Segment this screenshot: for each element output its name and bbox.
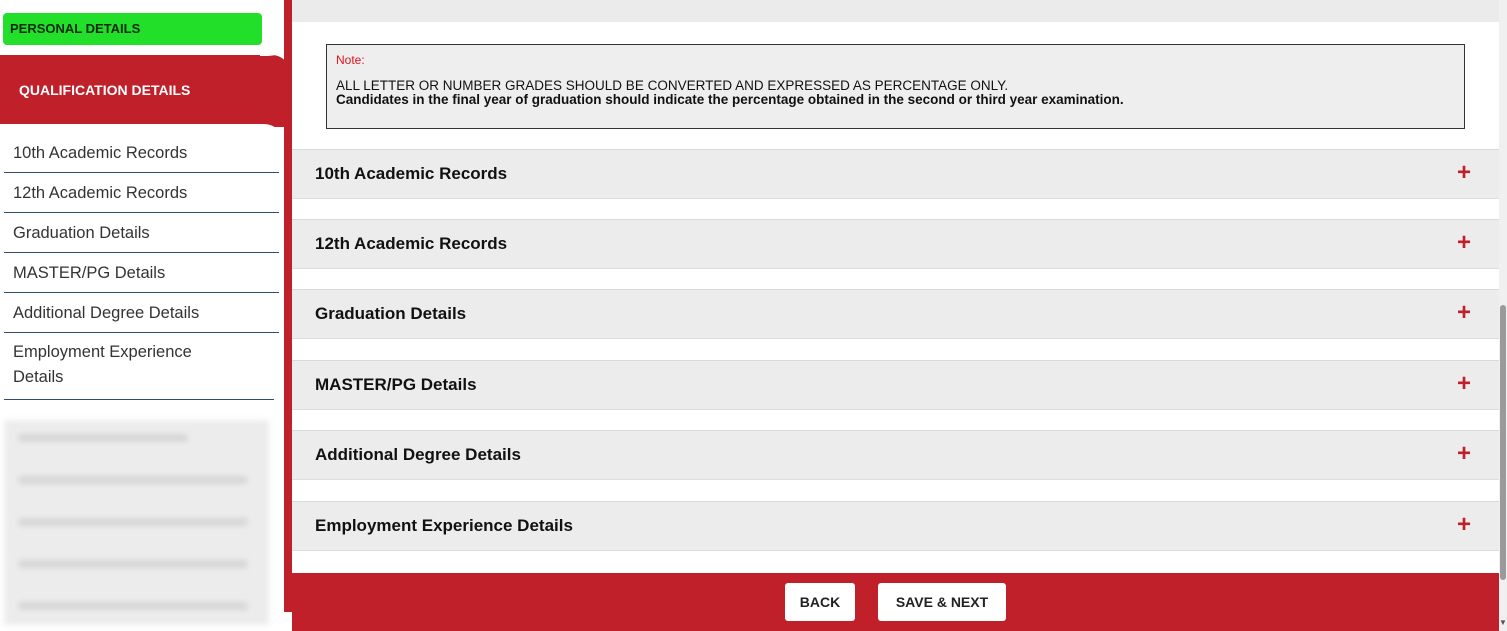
qualification-details-header[interactable]: QUALIFICATION DETAILS [0,55,290,127]
sidebar-item-employment-experience-details[interactable]: Employment Experience Details [4,333,274,400]
scrollbar-thumb[interactable] [1500,305,1506,580]
section-title: 10th Academic Records [315,164,508,183]
sidebar: QUALIFICATION DETAILS PERSONAL DETAILS 1… [0,0,290,631]
section-employment-experience-details[interactable]: Employment Experience Details + [292,501,1499,551]
footer-action-bar: BACK SAVE & NEXT [292,573,1499,631]
blurred-line [18,476,248,484]
section-title: Employment Experience Details [315,516,573,535]
qualification-submenu: 10th Academic Records 12th Academic Reco… [0,124,284,400]
sidebar-item-12th-academic-records[interactable]: 12th Academic Records [4,173,279,213]
main-content: Note: ALL LETTER OR NUMBER GRADES SHOULD… [292,0,1499,631]
note-title: Note: [336,53,365,67]
sidebar-item-10th-academic-records[interactable]: 10th Academic Records [4,133,279,173]
plus-icon[interactable]: + [1457,511,1471,539]
plus-icon[interactable]: + [1457,299,1471,327]
sidebar-divider [284,0,292,612]
blurred-line [18,518,248,526]
save-and-next-button[interactable]: SAVE & NEXT [878,583,1006,621]
back-button[interactable]: BACK [785,583,855,621]
note-line-1: ALL LETTER OR NUMBER GRADES SHOULD BE CO… [336,78,1009,93]
vertical-scrollbar[interactable]: ▼ [1499,0,1507,631]
section-10th-academic-records[interactable]: 10th Academic Records + [292,149,1499,199]
sidebar-item-label: MASTER/PG Details [13,264,166,282]
section-title: 12th Academic Records [315,234,508,253]
personal-details-label: PERSONAL DETAILS [10,21,141,36]
top-band [292,0,1499,22]
sidebar-item-additional-degree-details[interactable]: Additional Degree Details [4,293,279,333]
personal-details-button[interactable]: PERSONAL DETAILS [3,13,262,45]
qualification-details-label: QUALIFICATION DETAILS [19,82,191,98]
section-graduation-details[interactable]: Graduation Details + [292,289,1499,339]
section-title: MASTER/PG Details [315,375,477,394]
section-master-pg-details[interactable]: MASTER/PG Details + [292,360,1499,410]
plus-icon[interactable]: + [1457,370,1471,398]
section-additional-degree-details[interactable]: Additional Degree Details + [292,430,1499,480]
section-title: Additional Degree Details [315,445,521,464]
note-line-2: Candidates in the final year of graduati… [336,92,1124,107]
blurred-line [18,434,188,442]
scroll-down-arrow-icon[interactable]: ▼ [1499,618,1507,630]
blurred-line [18,560,248,568]
sidebar-item-label: 10th Academic Records [13,144,188,162]
plus-icon[interactable]: + [1457,159,1471,187]
sidebar-item-label: 12th Academic Records [13,184,188,202]
sidebar-item-master-pg-details[interactable]: MASTER/PG Details [4,253,279,293]
plus-icon[interactable]: + [1457,229,1471,257]
sidebar-item-label: Additional Degree Details [13,304,200,322]
sidebar-item-label: Employment Experience Details [13,343,192,386]
plus-icon[interactable]: + [1457,440,1471,468]
sidebar-item-label: Graduation Details [13,224,150,242]
note-box: Note: ALL LETTER OR NUMBER GRADES SHOULD… [326,44,1465,129]
sidebar-item-graduation-details[interactable]: Graduation Details [4,213,279,253]
section-title: Graduation Details [315,304,467,323]
section-12th-academic-records[interactable]: 12th Academic Records + [292,219,1499,269]
blurred-content-placeholder [4,420,269,625]
blurred-line [18,602,248,610]
